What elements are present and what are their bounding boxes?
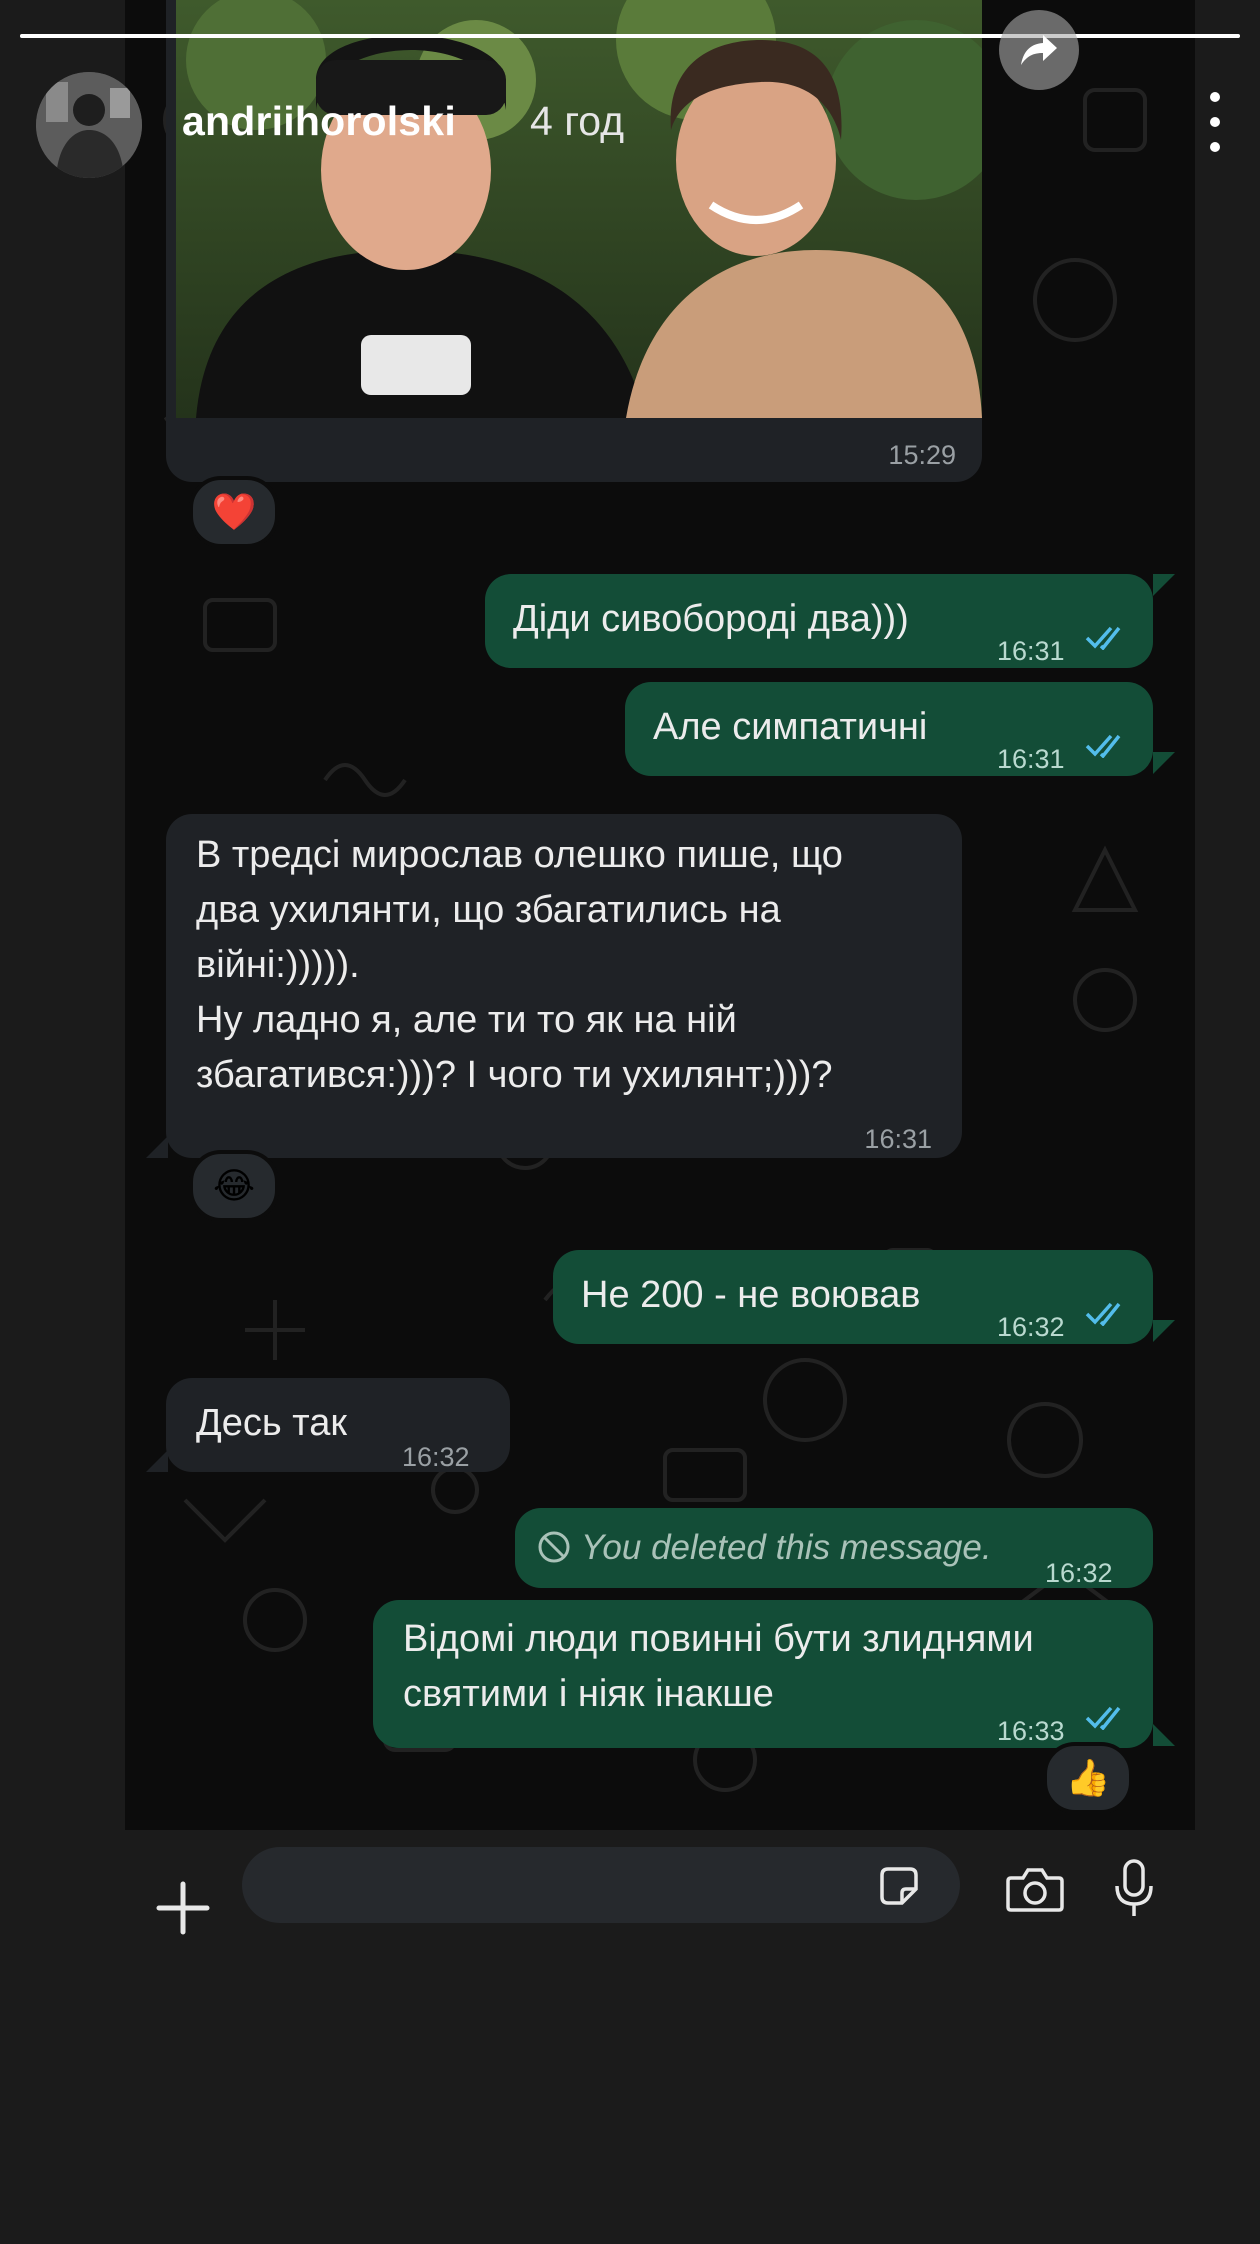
double-check-icon [1085, 1706, 1121, 1730]
message-text: Діди сивобороді два))) [513, 598, 909, 640]
reaction-badge[interactable]: 👍 [1043, 1742, 1133, 1814]
chat-screen: 15:29 ❤️ Діди сивобороді два))) 16:31 Ал… [125, 0, 1195, 2028]
bubble-tail [1153, 574, 1175, 596]
message-time: 16:32 [997, 1312, 1065, 1342]
message-time: 16:31 [864, 1124, 932, 1154]
reaction-badge[interactable]: 😂 [189, 1150, 279, 1222]
camera-icon[interactable] [1005, 1864, 1065, 1914]
share-button[interactable] [999, 10, 1079, 90]
blocked-icon [538, 1531, 570, 1563]
message-input[interactable] [272, 1847, 836, 1925]
message-time: 15:29 [888, 440, 956, 470]
microphone-icon[interactable] [1113, 1858, 1155, 1920]
chat-photo[interactable] [176, 0, 982, 418]
double-check-icon [1085, 1302, 1121, 1326]
message-outgoing[interactable]: Але симпатичні 16:31 [625, 682, 1153, 776]
double-check-icon [1085, 734, 1121, 758]
message-incoming[interactable]: В тредсі мирослав олешко пише, що два ух… [166, 814, 962, 1158]
message-text: You deleted this message. [581, 1528, 992, 1567]
message-text: Але симпатичні [653, 706, 928, 748]
double-check-icon [1085, 626, 1121, 650]
bubble-tail [146, 1136, 168, 1158]
bubble-tail [1153, 1724, 1175, 1746]
message-field[interactable] [242, 1847, 960, 1925]
more-vertical-icon [1210, 92, 1220, 102]
message-input-bar [125, 1830, 1195, 2028]
message-text: В тредсі мирослав олешко пише, що два ух… [196, 834, 843, 1096]
plus-icon[interactable] [155, 1880, 211, 1936]
message-incoming[interactable]: Десь так 16:32 [166, 1378, 510, 1472]
message-text: Не 200 - не воював [581, 1274, 921, 1316]
share-arrow-icon [1021, 35, 1057, 65]
message-outgoing[interactable]: Діди сивобороді два))) 16:31 [485, 574, 1153, 668]
message-time: 16:32 [402, 1442, 470, 1472]
message-time: 16:31 [997, 744, 1065, 774]
more-options-button[interactable] [1200, 92, 1230, 152]
reaction-badge[interactable]: ❤️ [189, 476, 279, 548]
message-outgoing[interactable]: Відомі люди повинні бути злиднями святим… [373, 1600, 1153, 1748]
message-time: 16:31 [997, 636, 1065, 666]
message-time: 16:32 [1045, 1558, 1113, 1588]
story-username[interactable]: andriihorolski [182, 98, 456, 145]
bubble-tail [1153, 1320, 1175, 1342]
bubble-tail [1153, 752, 1175, 774]
message-outgoing[interactable]: Не 200 - не воював 16:32 [553, 1250, 1153, 1344]
message-text: Десь так [196, 1402, 347, 1444]
story-age: 4 год [530, 98, 625, 144]
sticker-icon[interactable] [876, 1863, 922, 1909]
message-text: Відомі люди повинні бути злиднями святим… [403, 1618, 1034, 1715]
avatar[interactable] [36, 72, 142, 178]
bubble-tail [146, 1450, 168, 1472]
deleted-message[interactable]: You deleted this message. 16:32 [515, 1508, 1153, 1588]
